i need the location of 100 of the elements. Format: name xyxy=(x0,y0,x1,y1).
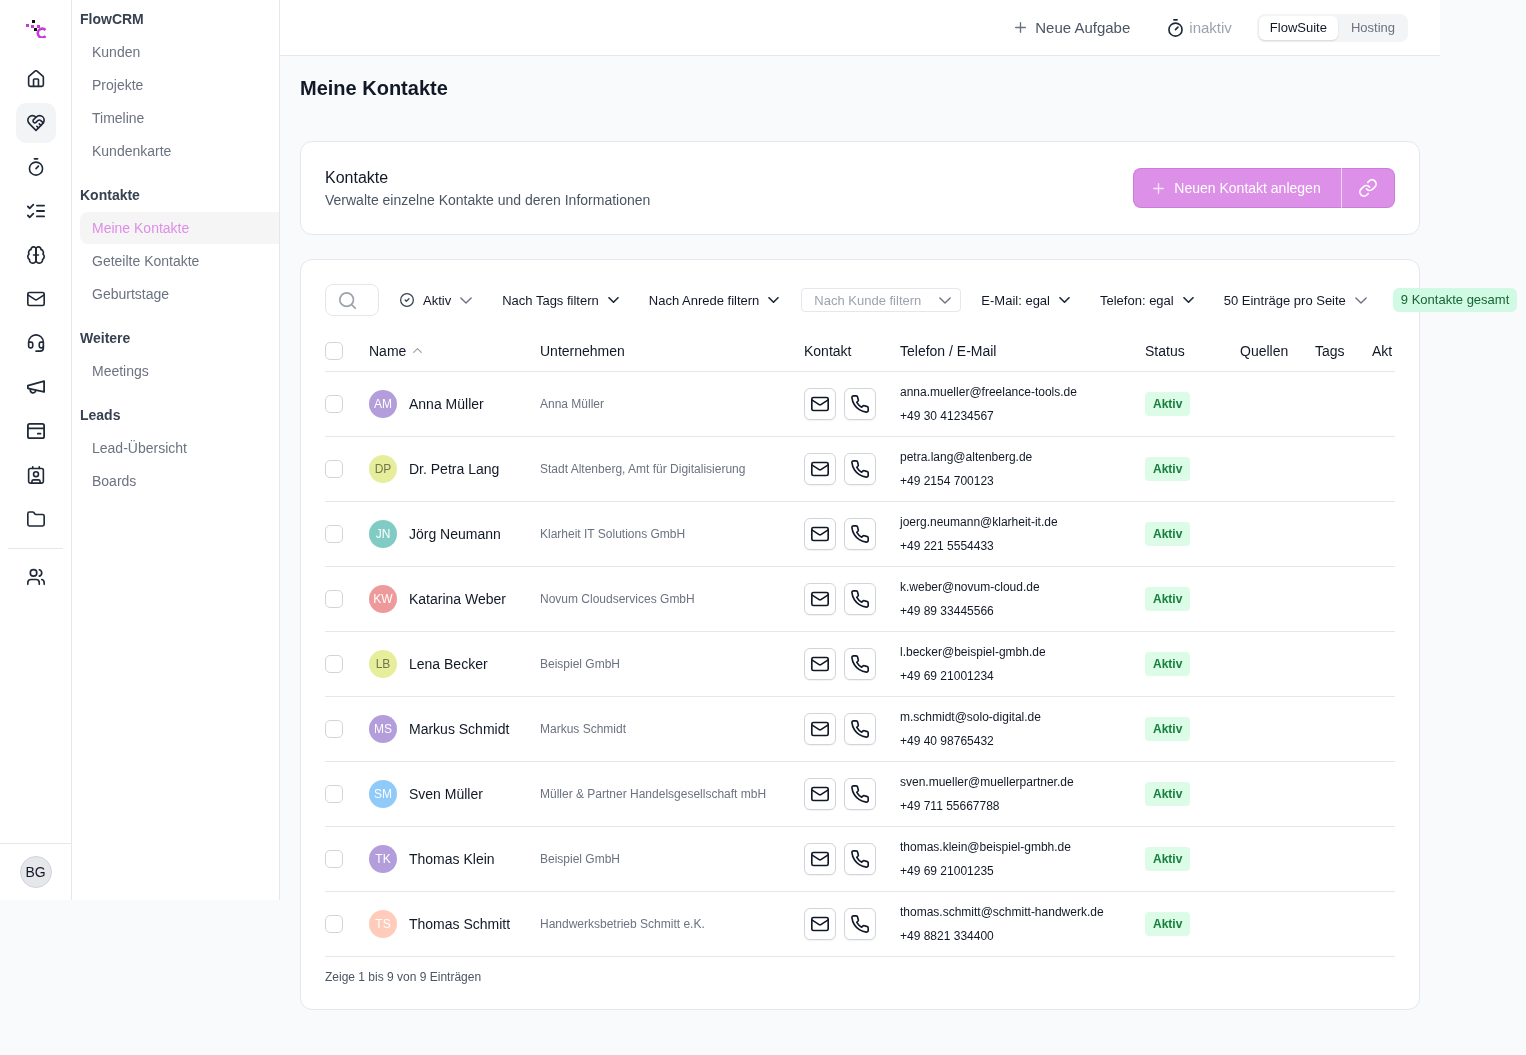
users-icon xyxy=(26,568,45,586)
sidebar-item[interactable]: Meetings xyxy=(80,355,279,387)
rail-nav-button[interactable] xyxy=(15,103,56,143)
sidebar-item[interactable]: Timeline xyxy=(80,102,279,134)
row-checkbox[interactable] xyxy=(325,915,343,933)
email-button[interactable] xyxy=(804,648,836,680)
sidebar-item[interactable]: Projekte xyxy=(80,69,279,101)
row-checkbox[interactable] xyxy=(325,590,343,608)
column-header[interactable]: Kontakt xyxy=(804,342,852,359)
user-avatar[interactable]: BG xyxy=(19,856,52,888)
contact-name: Sven Müller xyxy=(409,786,483,802)
sidebar-item[interactable]: Geteilte Kontakte xyxy=(80,245,279,277)
phone-icon xyxy=(851,850,869,868)
phone-icon xyxy=(851,915,869,933)
row-checkbox[interactable] xyxy=(325,785,343,803)
email-button[interactable] xyxy=(804,843,836,875)
chevron-down-icon xyxy=(607,297,619,303)
call-button[interactable] xyxy=(844,583,876,615)
initials-avatar: AM xyxy=(369,390,397,418)
filter-dropdown[interactable]: Telefon: egal xyxy=(1090,284,1204,316)
sidebar-item[interactable]: Kunden xyxy=(80,36,279,68)
call-button[interactable] xyxy=(844,453,876,485)
page-size-dropdown[interactable]: 50 Einträge pro Seite xyxy=(1213,284,1377,316)
select-all-checkbox[interactable] xyxy=(325,341,343,360)
phone-number: +49 221 5554433 xyxy=(900,538,994,554)
column-header[interactable]: Name xyxy=(369,342,423,359)
initials-avatar: DP xyxy=(369,455,397,483)
phone-number: +49 89 33445566 xyxy=(900,603,994,619)
email-button[interactable] xyxy=(804,778,836,810)
status-filter[interactable]: Aktiv xyxy=(390,284,483,316)
heart-handshake-icon xyxy=(26,114,45,132)
call-button[interactable] xyxy=(844,713,876,745)
column-header[interactable]: Telefon / E-Mail xyxy=(900,342,997,359)
email-button[interactable] xyxy=(804,908,836,940)
stopwatch-icon xyxy=(1168,18,1184,37)
filter-dropdown[interactable]: Nach Tags filtern xyxy=(492,284,629,316)
email-button[interactable] xyxy=(804,583,836,615)
email-button[interactable] xyxy=(804,388,836,420)
link-icon xyxy=(1359,179,1377,197)
company-name: Handwerksbetrieb Schmitt e.K. xyxy=(540,917,705,931)
contact-name: Thomas Schmitt xyxy=(409,916,511,932)
sidebar-item[interactable]: Geburtstage xyxy=(80,278,279,310)
chevron-down-icon xyxy=(768,297,780,303)
sidebar-item[interactable]: Kundenkarte xyxy=(80,135,279,167)
filter-dropdown[interactable]: E-Mail: egal xyxy=(971,284,1080,316)
mail-icon xyxy=(811,915,829,933)
contact-name: Anna Müller xyxy=(409,396,484,412)
chevron-down-icon xyxy=(1354,296,1367,304)
new-task-button[interactable]: Neue Aufgabe xyxy=(1015,19,1131,36)
status-badge: Aktiv xyxy=(1145,652,1191,676)
brain-icon xyxy=(26,246,45,264)
email-button[interactable] xyxy=(804,453,836,485)
phone-icon xyxy=(851,720,869,738)
column-header[interactable]: Quellen xyxy=(1240,342,1289,359)
workspace-tab[interactable]: Hosting xyxy=(1339,15,1406,40)
column-header[interactable]: Tags xyxy=(1315,342,1345,359)
call-button[interactable] xyxy=(844,908,876,940)
email-button[interactable] xyxy=(804,518,836,550)
initials-avatar: TS xyxy=(369,910,397,938)
initials-avatar: TK xyxy=(369,845,397,873)
row-checkbox[interactable] xyxy=(325,720,343,738)
email-address: l.becker@beispiel-gmbh.de xyxy=(900,644,1046,660)
initials-avatar: MS xyxy=(369,715,397,743)
row-checkbox[interactable] xyxy=(325,850,343,868)
phone-number: +49 8821 334400 xyxy=(900,928,994,944)
initials-avatar: LB xyxy=(369,650,397,678)
filter-dropdown[interactable]: Nach Anrede filtern xyxy=(638,284,790,316)
folder-icon xyxy=(26,510,45,528)
row-checkbox[interactable] xyxy=(325,460,343,478)
sidebar-section-title: Leads xyxy=(80,406,122,425)
initials-avatar: JN xyxy=(369,520,397,548)
column-header[interactable]: Unternehmen xyxy=(540,342,625,359)
sidebar-item[interactable]: Boards xyxy=(80,465,279,497)
phone-number: +49 2154 700123 xyxy=(900,473,994,489)
call-button[interactable] xyxy=(844,843,876,875)
phone-number: +49 69 21001235 xyxy=(900,863,994,879)
status-badge: Aktiv xyxy=(1145,847,1191,871)
phone-number: +49 69 21001234 xyxy=(900,668,994,684)
headset-icon xyxy=(26,334,45,352)
workspace-tab[interactable]: FlowSuite xyxy=(1258,15,1338,40)
mail-icon xyxy=(26,290,45,308)
sidebar-item[interactable]: Lead-Übersicht xyxy=(80,432,279,464)
email-address: thomas.klein@beispiel-gmbh.de xyxy=(900,839,1071,855)
search-field[interactable] xyxy=(325,284,379,316)
email-address: joerg.neumann@klarheit-it.de xyxy=(900,514,1058,530)
column-header[interactable]: Status xyxy=(1145,342,1185,359)
call-button[interactable] xyxy=(844,648,876,680)
total-count-badge: 9 Kontakte gesamt xyxy=(1392,288,1518,312)
email-button[interactable] xyxy=(804,713,836,745)
call-button[interactable] xyxy=(844,518,876,550)
row-checkbox[interactable] xyxy=(325,655,343,673)
row-checkbox[interactable] xyxy=(325,395,343,413)
call-button[interactable] xyxy=(844,388,876,420)
row-checkbox[interactable] xyxy=(325,525,343,543)
contact-name: Lena Becker xyxy=(409,656,488,672)
call-button[interactable] xyxy=(844,778,876,810)
column-header[interactable]: Akt xyxy=(1372,342,1393,359)
phone-icon xyxy=(851,525,869,543)
company-name: Stadt Altenberg, Amt für Digitalisierung xyxy=(540,462,746,476)
link-button[interactable] xyxy=(1341,168,1395,208)
